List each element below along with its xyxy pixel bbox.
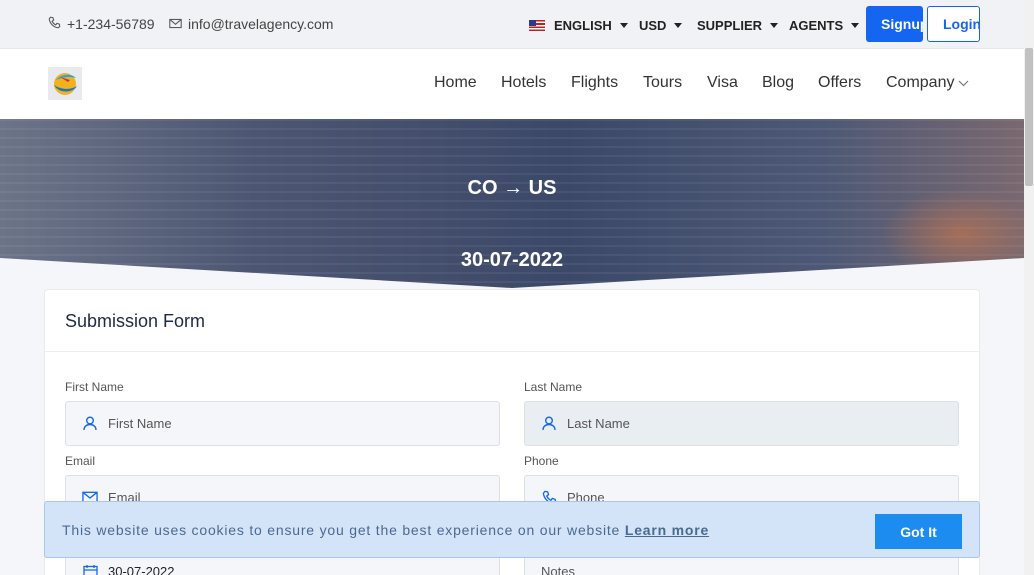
got-it-button[interactable]: Got It <box>875 514 962 549</box>
phone-icon <box>48 16 61 32</box>
first-name-field[interactable]: First Name <box>65 401 500 446</box>
email-text: info@travelagency.com <box>188 16 334 32</box>
language-label: ENGLISH <box>554 18 612 33</box>
cookie-banner: This website uses cookies to ensure you … <box>44 501 980 558</box>
first-name-placeholder: First Name <box>108 416 172 431</box>
phone-contact[interactable]: +1-234-56789 <box>48 16 155 32</box>
arrow-right-icon: → <box>503 177 524 199</box>
signup-button[interactable]: Signup <box>866 6 923 42</box>
phone-label: Phone <box>524 454 559 468</box>
supplier-dropdown[interactable]: SUPPLIER <box>697 18 779 33</box>
main-navbar: Home Hotels Flights Tours Visa Blog Offe… <box>0 49 1024 119</box>
agents-label: AGENTS <box>789 18 844 33</box>
email-contact[interactable]: info@travelagency.com <box>169 16 333 32</box>
nav-company[interactable]: Company <box>886 74 969 92</box>
login-button[interactable]: Login <box>927 6 980 42</box>
last-name-label: Last Name <box>524 380 583 394</box>
nav-hotels[interactable]: Hotels <box>501 74 546 92</box>
date-value: 30-07-2022 <box>108 564 175 575</box>
supplier-label: SUPPLIER <box>697 18 763 33</box>
caret-down-icon <box>674 23 683 28</box>
last-name-field[interactable]: Last Name <box>524 401 959 446</box>
nav-blog[interactable]: Blog <box>762 74 794 92</box>
card-divider <box>45 351 979 352</box>
route-from: CO <box>467 177 498 199</box>
language-dropdown[interactable]: ENGLISH <box>529 18 628 33</box>
route-title: CO → US <box>0 177 1024 200</box>
user-icon <box>541 416 557 432</box>
user-icon <box>82 416 98 432</box>
first-name-label: First Name <box>65 380 124 394</box>
nav-visa[interactable]: Visa <box>707 74 738 92</box>
form-title: Submission Form <box>65 311 206 331</box>
nav-flights[interactable]: Flights <box>571 74 618 92</box>
mail-icon <box>169 16 182 32</box>
phone-text: +1-234-56789 <box>67 16 155 32</box>
cookie-text: This website uses cookies to ensure you … <box>62 522 621 538</box>
nav-offers[interactable]: Offers <box>818 74 861 92</box>
nav-company-label: Company <box>886 74 955 91</box>
caret-down-icon <box>770 23 779 28</box>
cookie-message: This website uses cookies to ensure you … <box>62 522 709 538</box>
calendar-icon <box>82 564 98 575</box>
learn-more-link[interactable]: Learn more <box>625 522 709 538</box>
caret-down-icon <box>851 23 860 28</box>
currency-label: USD <box>639 18 667 33</box>
chevron-down-icon <box>958 74 969 92</box>
last-name-placeholder: Last Name <box>567 416 630 431</box>
caret-down-icon <box>619 23 628 28</box>
route-to: US <box>528 177 557 199</box>
email-label: Email <box>65 454 96 468</box>
agents-dropdown[interactable]: AGENTS <box>789 18 860 33</box>
notes-placeholder: Notes <box>541 564 575 575</box>
top-bar: +1-234-56789 info@travelagency.com ENGLI… <box>0 0 1024 49</box>
nav-tours[interactable]: Tours <box>643 74 682 92</box>
currency-dropdown[interactable]: USD <box>639 18 683 33</box>
us-flag-icon <box>529 20 545 31</box>
site-logo[interactable] <box>48 67 82 100</box>
nav-home[interactable]: Home <box>434 74 477 92</box>
scrollbar-thumb[interactable] <box>1025 48 1033 186</box>
